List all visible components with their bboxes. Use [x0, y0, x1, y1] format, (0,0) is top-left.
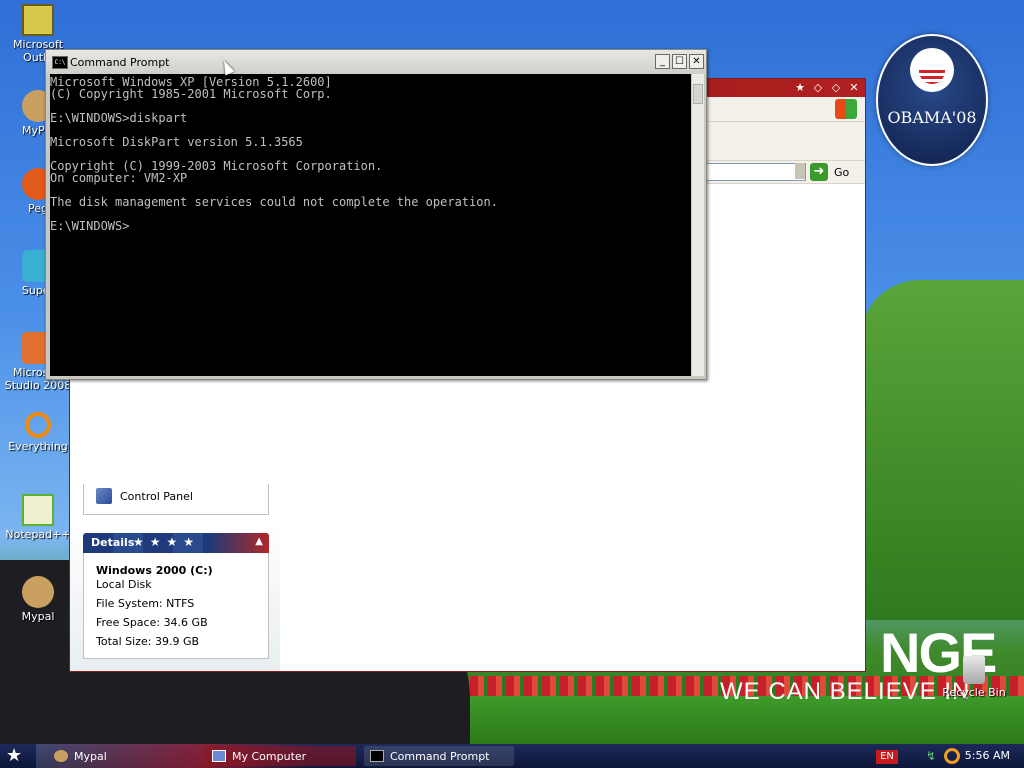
control-panel-link[interactable]: Control Panel	[96, 488, 193, 504]
console-line: (C) Copyright 1985-2001 Microsoft Corp.	[50, 87, 332, 101]
drive-type: Local Disk	[96, 578, 152, 591]
drive-free-space: Free Space: 34.6 GB	[96, 616, 208, 629]
outlook-icon	[22, 4, 54, 36]
everything-icon	[25, 412, 51, 438]
minimize-icon[interactable]: ◇	[811, 81, 825, 95]
obama-badge: OBAMA'08	[876, 34, 988, 166]
close-button[interactable]: ✕	[689, 54, 704, 69]
drive-total-size: Total Size: 39.9 GB	[96, 635, 200, 648]
cmd-titlebar[interactable]: C:\ Command Prompt _ ☐ ✕	[46, 50, 706, 74]
minimize-button[interactable]: _	[655, 54, 670, 69]
taskbar-label: My Computer	[232, 749, 307, 763]
taskbar-label: Command Prompt	[390, 749, 490, 763]
desktop-icon-notepadpp[interactable]: Notepad++	[0, 494, 76, 541]
cmd-scrollbar[interactable]	[692, 74, 704, 376]
maximize-icon[interactable]: ◇	[829, 81, 843, 95]
network-icon[interactable]: ↯	[926, 749, 940, 763]
address-input[interactable]	[700, 163, 806, 181]
start-button[interactable]: ★	[6, 746, 26, 766]
clock[interactable]: 5:56 AM	[965, 749, 1010, 762]
wallpaper-subslogan: WE CAN BELIEVE IN	[720, 678, 971, 705]
scrollbar-thumb[interactable]	[693, 84, 703, 104]
mypal-icon	[22, 576, 54, 608]
desktop-icon-mypal-2[interactable]: Mypal	[0, 576, 76, 623]
go-button[interactable]: ➜ Go	[810, 162, 849, 182]
cmd-console[interactable]: Microsoft Windows XP [Version 5.1.2600] …	[50, 74, 691, 376]
system-tray: EN ↯ 5:56 AM	[864, 744, 1024, 768]
details-panel-body: Windows 2000 (C:) Local Disk File System…	[83, 553, 269, 659]
command-prompt-window[interactable]: C:\ Command Prompt _ ☐ ✕ Microsoft Windo…	[45, 49, 707, 380]
language-indicator[interactable]: EN	[876, 750, 898, 764]
taskbar-button-mypal[interactable]: Mypal	[48, 746, 198, 766]
recycle-bin-icon	[963, 656, 985, 684]
console-line: Microsoft DiskPart version 5.1.3565	[50, 135, 303, 149]
taskbar-label: Mypal	[74, 749, 107, 763]
control-panel-label: Control Panel	[120, 489, 193, 503]
address-dropdown-icon[interactable]	[795, 163, 805, 179]
console-line: E:\WINDOWS>diskpart	[50, 111, 188, 125]
notepadpp-icon	[22, 494, 54, 526]
obama-badge-text: OBAMA'08	[887, 108, 977, 127]
go-arrow-icon: ➜	[810, 163, 828, 181]
taskbar-button-my-computer[interactable]: My Computer	[206, 746, 356, 766]
control-panel-icon	[96, 488, 112, 504]
drive-file-system: File System: NTFS	[96, 597, 195, 610]
collapse-icon[interactable]: ▲	[255, 536, 263, 547]
cmd-title: Command Prompt	[70, 56, 170, 69]
cmd-icon: C:\	[52, 56, 68, 69]
search-icon[interactable]	[944, 748, 960, 764]
mypal-icon	[54, 750, 68, 762]
go-label: Go	[834, 165, 850, 179]
desktop-icon-recycle-bin[interactable]: Recycle Bin	[936, 656, 1012, 699]
other-places-panel: Control Panel	[83, 484, 269, 515]
details-panel-header[interactable]: Details ★★★★ ▲	[83, 533, 269, 553]
drive-name: Windows 2000 (C:)	[96, 564, 213, 577]
wallpaper-trees	[860, 280, 1024, 620]
taskbar-button-command-prompt[interactable]: Command Prompt	[364, 746, 514, 766]
start-star-icon: ★	[6, 745, 23, 766]
maximize-button[interactable]: ☐	[672, 54, 687, 69]
details-title: Details	[91, 536, 135, 549]
taskbar: ★ Mypal My Computer Command Prompt EN ↯ …	[0, 744, 1024, 768]
cmd-icon	[370, 750, 384, 762]
obama-logo-icon	[910, 48, 954, 92]
close-icon[interactable]: ✕	[847, 81, 861, 95]
desktop-icon-everything[interactable]: Everything	[0, 412, 76, 453]
star-icon: ★	[795, 81, 805, 94]
console-prompt: E:\WINDOWS>	[50, 219, 130, 233]
console-line: The disk management services could not c…	[50, 195, 498, 209]
console-line: On computer: VM2-XP	[50, 171, 188, 185]
my-computer-icon	[212, 750, 226, 762]
windows-logo-icon	[835, 99, 857, 119]
stars-icon: ★★★★	[133, 535, 201, 549]
